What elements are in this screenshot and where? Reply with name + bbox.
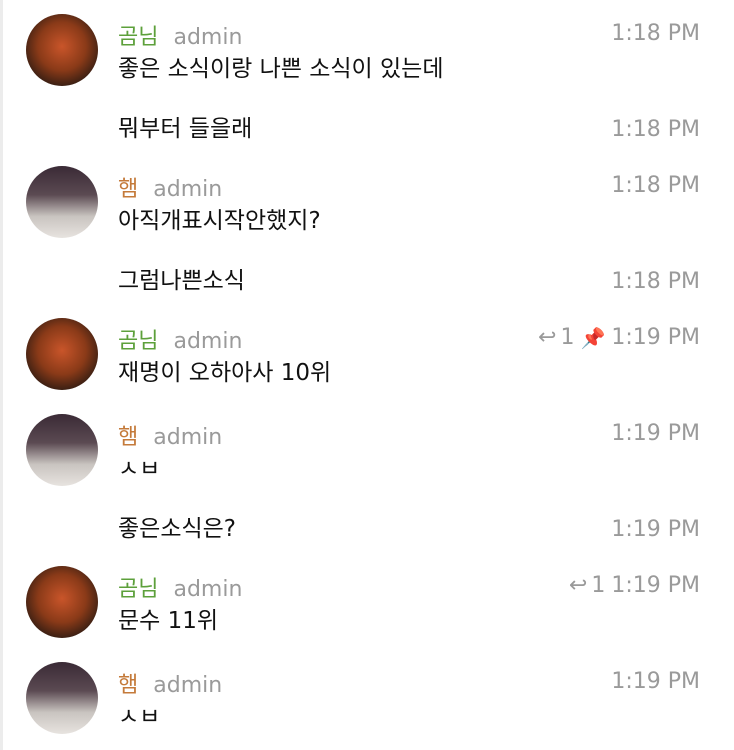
reply-count-text: 1 [591,573,606,598]
message-author: 곰님 admin [118,328,242,356]
message-author: 곰님 admin [118,24,242,52]
message-time: 1:19 PM [611,420,700,448]
message-meta: ↩ 1 1:19 PM [569,572,700,600]
message-2: 1:18 PM 뭐부터 들을래 [0,114,734,154]
message-time: 1:18 PM [611,20,700,48]
message-meta: ↩ 1 📌 1:19 PM [538,324,700,352]
avatar[interactable] [26,14,98,86]
message-8: 곰님 admin ↩ 1 1:19 PM 문수 11위 [0,566,734,658]
avatar[interactable] [26,566,98,638]
author-name[interactable]: 햄 [118,425,138,450]
author-role: admin [173,329,243,354]
avatar[interactable] [26,662,98,734]
author-role: admin [173,577,243,602]
message-6: 햄 admin 1:19 PM ㅅㅂ [0,414,734,506]
reply-count[interactable]: ↩ 1 [569,572,605,600]
message-text: ㅅㅂ [118,456,161,482]
author-name[interactable]: 햄 [118,673,138,698]
message-text: 그럼나쁜소식 [118,268,245,294]
message-3: 햄 admin 1:18 PM 아직개표시작안했지? [0,166,734,258]
author-role: admin [153,177,223,202]
message-time: 1:18 PM [611,268,700,296]
message-author: 햄 admin [118,176,222,204]
avatar[interactable] [26,318,98,390]
author-name[interactable]: 곰님 [118,329,158,354]
message-author: 햄 admin [118,424,222,452]
message-time-text: 1:19 PM [611,573,700,598]
author-name[interactable]: 곰님 [118,25,158,50]
message-text: ㅅㅂ [118,704,161,730]
message-9: 햄 admin 1:19 PM ㅅㅂ [0,662,734,750]
message-author: 곰님 admin [118,576,242,604]
message-time: 1:18 PM [611,172,700,200]
reply-arrow-icon: ↩ [538,325,557,350]
message-time-text: 1:19 PM [611,517,700,542]
message-text: 문수 11위 [118,608,219,634]
message-time-text: 1:19 PM [611,325,700,350]
message-text: 좋은소식은? [118,516,237,542]
message-time-text: 1:19 PM [611,669,700,694]
message-time-text: 1:18 PM [611,173,700,198]
message-text: 재명이 오하아사 10위 [118,360,332,386]
reply-arrow-icon: ↩ [568,573,588,598]
message-4: 1:18 PM 그럼나쁜소식 [0,266,734,306]
reply-count-text: 1 [560,325,575,350]
author-role: admin [153,425,223,450]
avatar[interactable] [26,414,98,486]
message-7: 1:19 PM 좋은소식은? [0,514,734,554]
author-role: admin [153,673,223,698]
message-time-text: 1:18 PM [611,269,700,294]
message-1: 곰님 admin 1:18 PM 좋은 소식이랑 나쁜 소식이 있는데 [0,14,734,106]
message-time: 1:18 PM [611,116,700,144]
message-author: 햄 admin [118,672,222,700]
message-5: 곰님 admin ↩ 1 📌 1:19 PM 재명이 오하아사 10위 [0,318,734,410]
avatar[interactable] [26,166,98,238]
message-text: 뭐부터 들을래 [118,116,253,142]
message-text: 아직개표시작안했지? [118,208,321,234]
reply-count[interactable]: ↩ 1 [538,324,574,352]
message-time-text: 1:18 PM [611,117,700,142]
message-time: 1:19 PM [611,516,700,544]
message-text: 좋은 소식이랑 나쁜 소식이 있는데 [118,56,444,82]
message-time: 1:19 PM [611,668,700,696]
message-time-text: 1:18 PM [611,21,700,46]
author-name[interactable]: 곰님 [118,577,158,602]
pin-icon: 📌 [580,326,606,350]
author-role: admin [173,25,243,50]
author-name[interactable]: 햄 [118,177,138,202]
message-time-text: 1:19 PM [611,421,700,446]
